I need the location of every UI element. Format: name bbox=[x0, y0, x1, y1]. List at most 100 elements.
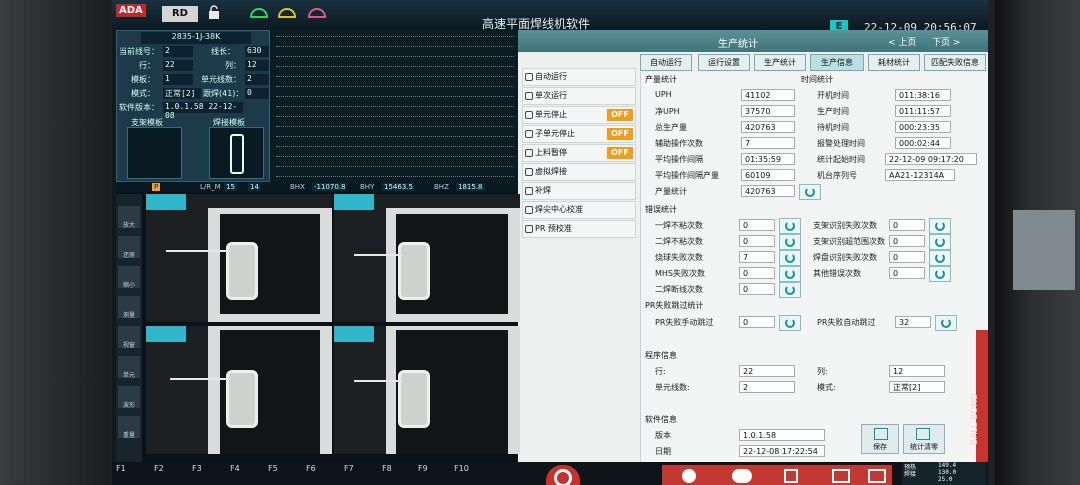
tab-run-settings[interactable]: 运行设置 bbox=[698, 54, 750, 71]
panel-title: 生产统计 bbox=[718, 39, 758, 50]
measure-button[interactable]: 测量 bbox=[118, 296, 140, 319]
lr-label: L/R_M bbox=[200, 183, 221, 191]
error-label: 二焊断线次数 bbox=[655, 285, 703, 294]
menu-rebond[interactable]: 补焊 bbox=[522, 182, 636, 200]
f8-key[interactable]: F8 bbox=[382, 464, 392, 473]
error-value: 0 bbox=[889, 251, 925, 263]
menu-label: PR 预校准 bbox=[535, 224, 572, 233]
bond-template-thumbnail[interactable] bbox=[209, 127, 264, 179]
f5-key[interactable]: F5 bbox=[268, 464, 278, 473]
emergency-stop-button[interactable] bbox=[546, 465, 580, 485]
robot-arm-icon[interactable] bbox=[784, 469, 798, 483]
menu-single-run[interactable]: 单次运行 bbox=[522, 87, 636, 105]
reset-error-button[interactable] bbox=[779, 218, 801, 234]
tab-auto-run[interactable]: 自动运行 bbox=[640, 54, 692, 71]
product-name: 2835-1J-38K bbox=[141, 32, 251, 44]
reset-error-button[interactable] bbox=[929, 234, 951, 250]
wire-row bbox=[276, 176, 514, 177]
tab-consumables[interactable]: 耗材统计 bbox=[868, 54, 920, 71]
toggle-switch[interactable]: OFF bbox=[607, 109, 633, 121]
f9-key[interactable]: F9 bbox=[418, 464, 428, 473]
cloud-code-icon[interactable] bbox=[732, 469, 752, 483]
menu-subunit-stop[interactable]: 子单元停止 OFF bbox=[522, 125, 636, 143]
camera-view-2[interactable] bbox=[334, 194, 520, 322]
menu-label: 单次运行 bbox=[535, 91, 567, 100]
tab-bar: 自动运行 运行设置 生产统计 生产信息 耗材统计 匹配失败信息 bbox=[640, 54, 988, 72]
target-icon bbox=[525, 225, 533, 233]
menu-tip-center-calibration[interactable]: 焊尖中心校准 bbox=[522, 201, 636, 219]
f10-key[interactable]: F10 bbox=[454, 464, 469, 473]
reset-pr-auto-button[interactable] bbox=[935, 315, 957, 331]
support-template-thumbnail[interactable] bbox=[127, 127, 182, 179]
camera-mode[interactable]: P bbox=[152, 183, 161, 191]
menu-auto-run[interactable]: 自动运行 bbox=[522, 68, 636, 86]
camera-view-1[interactable] bbox=[146, 194, 332, 322]
reset-error-button[interactable] bbox=[779, 266, 801, 282]
pr-auto-value: 32 bbox=[895, 316, 931, 328]
reset-error-button[interactable] bbox=[929, 266, 951, 282]
camera-view-4[interactable] bbox=[334, 326, 520, 454]
tab-production-info[interactable]: 生产信息 bbox=[810, 54, 864, 71]
zoom-in-button[interactable]: 放大 bbox=[118, 206, 140, 229]
prev-page-button[interactable]: < 上页 bbox=[888, 35, 916, 48]
menu-label: 单元停止 bbox=[535, 110, 567, 119]
info-label: 软件版本： bbox=[119, 103, 159, 112]
info-value: 1 bbox=[163, 74, 193, 85]
lock-icon[interactable] bbox=[208, 5, 220, 19]
clear-stats-button[interactable]: 统计清零 bbox=[903, 424, 945, 454]
refresh-production-button[interactable] bbox=[799, 184, 821, 200]
menu-label: 自动运行 bbox=[535, 72, 567, 81]
f4-key[interactable]: F4 bbox=[230, 464, 240, 473]
error-label: MHS失败次数 bbox=[655, 269, 705, 278]
menu-feed-pause[interactable]: 上料暂停 OFF bbox=[522, 144, 636, 162]
reset-error-button[interactable] bbox=[779, 234, 801, 250]
wire-row bbox=[276, 156, 514, 157]
machine-info-panel: 2835-1J-38K 当前线号： 2 线长： 630 行： 22 列： 12 … bbox=[116, 30, 270, 182]
wire-row bbox=[276, 146, 514, 147]
program-heading: 程序信息 bbox=[645, 351, 677, 360]
gear-icon[interactable] bbox=[682, 469, 696, 483]
wire-row bbox=[276, 166, 514, 167]
led-chip bbox=[398, 242, 430, 300]
mode-button[interactable]: RD bbox=[162, 6, 198, 22]
camera-label bbox=[334, 326, 374, 342]
zoom-out-button[interactable]: 缩小 bbox=[118, 266, 140, 289]
toggle-switch[interactable]: OFF bbox=[607, 128, 633, 140]
next-page-button[interactable]: 下页 > bbox=[932, 35, 960, 48]
f1-key[interactable]: F1 bbox=[116, 464, 126, 473]
toggle-switch[interactable]: OFF bbox=[607, 147, 633, 159]
gauge-row: 焊接 130.0 bbox=[904, 469, 956, 478]
weight-button[interactable]: 重量 bbox=[118, 416, 140, 439]
f2-key[interactable]: F2 bbox=[154, 464, 164, 473]
unit-button[interactable]: 单元 bbox=[118, 356, 140, 379]
reset-error-button[interactable] bbox=[779, 250, 801, 266]
waveform-button[interactable]: 波形 bbox=[118, 386, 140, 409]
monitor-icon[interactable] bbox=[868, 469, 886, 483]
reset-pr-manual-button[interactable] bbox=[779, 315, 801, 331]
reset-error-button[interactable] bbox=[779, 282, 801, 298]
tab-match-failures[interactable]: 匹配失败信息 bbox=[924, 54, 986, 71]
menu-unit-stop[interactable]: 单元停止 OFF bbox=[522, 106, 636, 124]
save-button[interactable]: 保存 bbox=[861, 424, 899, 454]
f3-key[interactable]: F3 bbox=[192, 464, 202, 473]
reset-error-button[interactable] bbox=[929, 250, 951, 266]
stat-label: 平均操作间隔 bbox=[655, 155, 703, 164]
restore-button[interactable]: 还原 bbox=[118, 236, 140, 259]
app-screen: ADA RD 高速平面焊线机软件 E 22-12-09 20:56:07 283… bbox=[112, 0, 988, 485]
program-row-value: 22 bbox=[739, 365, 795, 377]
menu-pr-precalibration[interactable]: PR 预校准 bbox=[522, 220, 636, 238]
view-button[interactable]: 视窗 bbox=[118, 326, 140, 349]
camera-label bbox=[146, 326, 186, 342]
menu-label: 焊尖中心校准 bbox=[535, 205, 583, 214]
reset-error-button[interactable] bbox=[929, 218, 951, 234]
tab-production-stats[interactable]: 生产统计 bbox=[754, 54, 806, 71]
stop-icon bbox=[525, 111, 533, 119]
camera-view-3[interactable] bbox=[146, 326, 332, 454]
pr-manual-value: 0 bbox=[739, 316, 775, 328]
f6-key[interactable]: F6 bbox=[306, 464, 316, 473]
f7-key[interactable]: F7 bbox=[344, 464, 354, 473]
gauge-value: 25.0 bbox=[938, 476, 953, 483]
menu-virtual-bond[interactable]: 虚拟焊接 bbox=[522, 163, 636, 181]
menu-label: 虚拟焊接 bbox=[535, 167, 567, 176]
waveform-monitor-icon[interactable] bbox=[832, 469, 850, 483]
